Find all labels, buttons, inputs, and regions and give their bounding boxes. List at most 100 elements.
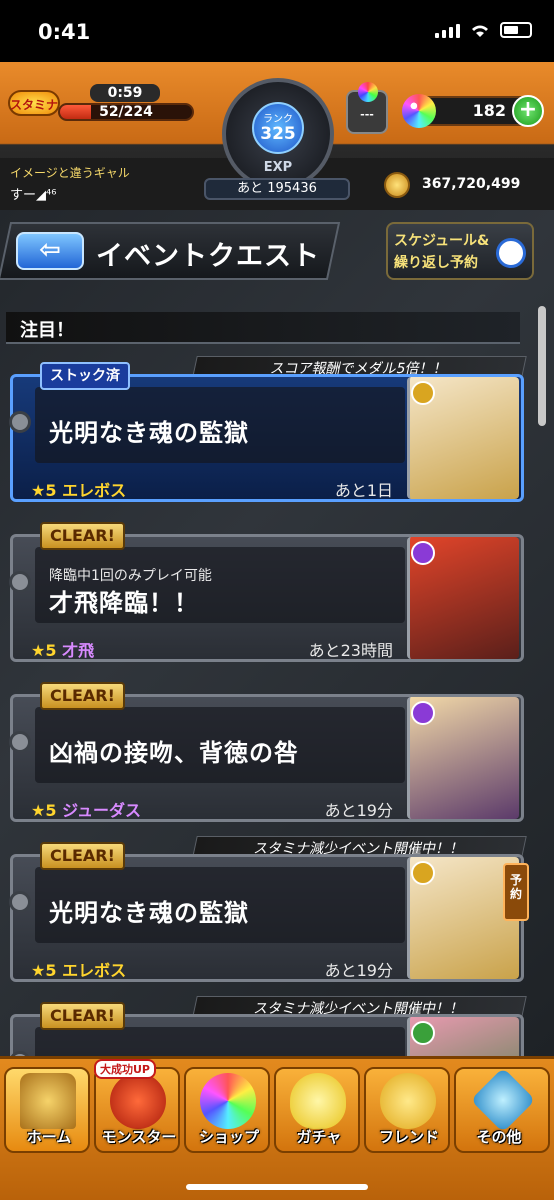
nav-label-gacha: ガチャ	[296, 1128, 342, 1146]
nav-label-other: その他	[476, 1128, 522, 1146]
element-icon	[411, 381, 435, 405]
clock-icon	[496, 238, 526, 268]
status-time: 0:41	[38, 20, 91, 44]
scrollbar[interactable]	[538, 306, 546, 426]
coin-icon	[384, 172, 410, 198]
boss-star: ★5	[31, 641, 57, 660]
quest-card[interactable]: スコア報酬でメダル5倍！！ 光明なき魂の監獄 ★5 エレボス あと1日 ストック済	[9, 356, 527, 502]
element-icon	[411, 861, 435, 885]
boss-star: ★5	[31, 481, 57, 500]
game-header: 52/224 スタミナ 0:59 ランク 325 EXP あと 195436 -…	[0, 62, 554, 210]
quest-body[interactable]: 降臨中1回のみプレイ可能才飛降臨！！ ★5 才飛 あと23時間	[9, 534, 524, 662]
orb-counter: 182 +	[402, 94, 544, 128]
boss-name: 才飛	[62, 641, 95, 660]
home-indicator	[186, 1184, 368, 1190]
coin-count: 367,720,499	[422, 176, 521, 192]
quest-remaining-time: あと23時間	[308, 641, 393, 660]
nav-home[interactable]: ホーム	[4, 1067, 90, 1153]
quest-name: 光明なき魂の監獄	[49, 419, 249, 447]
element-icon	[411, 1021, 435, 1045]
schedule-label-2: 繰り返し予約	[394, 255, 478, 271]
boss-name: エレボス	[62, 481, 127, 500]
orb-count: 182	[472, 101, 506, 120]
rank-value: 325	[260, 124, 296, 144]
quest-body[interactable]: 光明なき魂の監獄 ★5 エレボス あと1日	[9, 374, 524, 502]
boss-name: エレボス	[62, 961, 127, 980]
wifi-icon	[470, 22, 490, 38]
section-header: 注目！	[6, 312, 520, 344]
battery-icon	[500, 22, 532, 38]
quest-note: 降臨中1回のみプレイ可能	[49, 568, 212, 584]
exp-remaining: あと 195436	[204, 178, 350, 200]
egg-icon	[290, 1073, 346, 1129]
player-title: イメージと違うギャル	[10, 166, 130, 180]
quest-boss: ★5 才飛	[31, 637, 94, 661]
boss-name: ジューダス	[62, 801, 141, 820]
back-arrow-icon: ⇦	[39, 235, 61, 265]
quest-status-tag: ストック済	[40, 362, 130, 390]
boost-badge: 大成功UP	[94, 1059, 156, 1079]
home-icon	[20, 1073, 76, 1129]
title-bar: ⇦ イベントクエスト スケジュール& 繰り返し予約	[0, 222, 554, 284]
schedule-label-1: スケジュール&	[394, 233, 490, 249]
quest-boss: ★5 ジューダス	[31, 797, 141, 821]
nav-shop[interactable]: ショップ	[184, 1067, 270, 1153]
quest-remaining-time: あと19分	[324, 801, 393, 820]
quest-name: 才飛降臨！！	[49, 589, 199, 617]
stamina-meter[interactable]: 52/224 スタミナ 0:59	[8, 84, 194, 122]
quest-indicator-dot	[9, 731, 31, 753]
back-button[interactable]: ⇦	[16, 232, 84, 270]
buy-orbs-button[interactable]: +	[512, 95, 544, 127]
quest-status-tag: CLEAR!	[40, 842, 125, 870]
nav-friend[interactable]: フレンド	[364, 1067, 450, 1153]
status-bar: 0:41	[0, 0, 554, 62]
player-name: すー◢⁴⁶	[10, 188, 57, 203]
schedule-button[interactable]: スケジュール& 繰り返し予約	[386, 222, 534, 280]
quest-remaining-time: あと1日	[334, 481, 393, 500]
page-title: イベントクエスト	[96, 241, 320, 272]
nav-label-home: ホーム	[26, 1128, 72, 1146]
nav-label-monster: モンスター	[101, 1128, 177, 1146]
orb-machine-icon[interactable]: ---	[346, 82, 388, 134]
status-icons	[435, 22, 532, 38]
section-title: 注目！	[20, 320, 74, 341]
boss-star: ★5	[31, 961, 57, 980]
quest-name: 光明なき魂の監獄	[49, 899, 249, 927]
stamina-value: 52/224	[99, 104, 153, 120]
quest-status-tag: CLEAR!	[40, 682, 125, 710]
nav-gacha[interactable]: ガチャ	[274, 1067, 360, 1153]
quest-body[interactable]: 光明なき魂の監獄 ★5 エレボス あと19分 予約	[9, 854, 529, 982]
element-icon	[411, 701, 435, 725]
nav-label-friend: フレンド	[378, 1128, 439, 1146]
signal-icon	[435, 22, 460, 38]
quest-card[interactable]: 凶禍の接吻、背徳の咎 ★5 ジューダス あと19分 CLEAR!	[9, 676, 524, 822]
bottom-nav: ホーム モンスター 大成功UP ショップ ガチャ フレンド その他	[0, 1056, 554, 1200]
quest-card[interactable]: 降臨中1回のみプレイ可能 才飛降臨！！ ★5 才飛 あと23時間 CLEAR!	[9, 516, 524, 662]
monster-icon	[110, 1073, 166, 1129]
element-icon	[411, 541, 435, 565]
quest-remaining-time: あと19分	[324, 961, 393, 980]
exp-label: EXP	[263, 160, 293, 175]
rank-label: ランク	[263, 114, 293, 125]
stamina-bar: 52/224	[58, 103, 194, 121]
question-icon	[470, 1067, 536, 1133]
quest-name: 凶禍の接吻、背徳の咎	[49, 739, 299, 767]
quest-status-tag: CLEAR!	[40, 1002, 125, 1030]
quest-boss: ★5 エレボス	[31, 477, 126, 501]
stamina-timer: 0:59	[90, 84, 160, 102]
orb-icon	[402, 94, 436, 128]
quest-body[interactable]: 凶禍の接吻、背徳の咎 ★5 ジューダス あと19分	[9, 694, 524, 822]
quest-indicator-dot	[9, 411, 31, 433]
quest-indicator-dot	[9, 891, 31, 913]
orb-machine-text: ---	[360, 108, 374, 121]
stamina-label: スタミナ	[8, 90, 60, 116]
nav-other[interactable]: その他	[454, 1067, 550, 1153]
quest-indicator-dot	[9, 571, 31, 593]
rank-badge[interactable]: ランク 325 EXP	[222, 78, 334, 190]
nav-monster[interactable]: モンスター	[94, 1067, 180, 1153]
boss-star: ★5	[31, 801, 57, 820]
orb-shop-icon	[200, 1073, 256, 1129]
reserve-tag[interactable]: 予約	[503, 863, 529, 921]
quest-card[interactable]: スタミナ減少イベント開催中！！ 光明なき魂の監獄 ★5 エレボス あと19分 予約 CLE…	[9, 836, 529, 982]
friends-icon	[380, 1073, 436, 1129]
